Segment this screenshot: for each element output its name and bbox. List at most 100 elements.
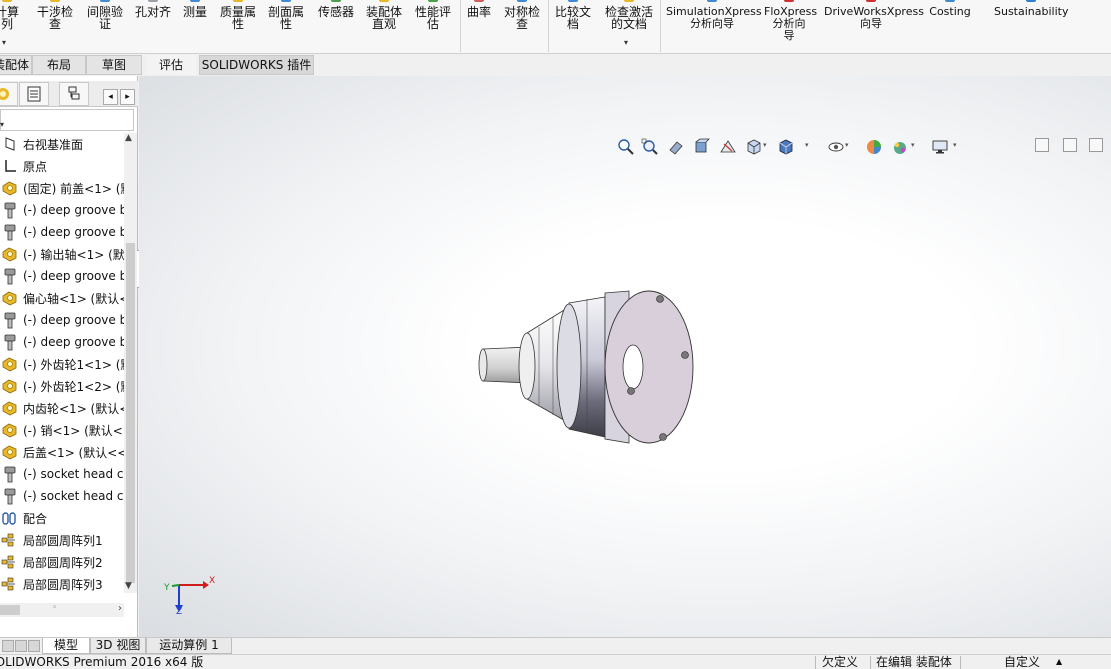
tree-node[interactable]: 偏心轴<1> (默认<< — [0, 287, 124, 309]
check-document-dropdown-icon[interactable]: ▾ — [624, 38, 628, 47]
zoom-to-fit-icon[interactable] — [615, 136, 637, 158]
dropdown-chevron-icon[interactable]: ▾ — [953, 141, 957, 149]
tree-node[interactable]: (-) socket head cap — [0, 463, 124, 485]
configuration-manager-tab[interactable] — [59, 82, 89, 106]
ribbon-label: 估 — [426, 17, 439, 31]
ribbon-calc-item-button[interactable]: 计算列 — [0, 0, 20, 30]
tab-solidworks-addins[interactable]: SOLIDWORKS 插件 — [199, 55, 314, 75]
apply-scene-icon[interactable] — [889, 136, 911, 158]
tree-node[interactable]: (-) 销<1> (默认<< — [0, 419, 124, 441]
dynamic-annotation-icon[interactable] — [717, 136, 739, 158]
section-view-icon[interactable] — [691, 136, 713, 158]
tree-horizontal-scrollbar[interactable]: ◦ › — [0, 603, 124, 617]
view-settings-icon[interactable] — [929, 136, 951, 158]
tree-node[interactable]: (-) socket head cap — [0, 485, 124, 507]
dropdown-chevron-icon[interactable]: ▾ — [805, 141, 809, 149]
filter-chevron-icon[interactable]: ▾ — [0, 120, 4, 129]
tab-3d-view[interactable]: 3D 视图 — [90, 638, 146, 654]
ribbon-compare-documents-button[interactable]: 比较文档 — [552, 0, 594, 30]
tree-node-label: 右视基准面 — [23, 137, 84, 152]
tree-node[interactable]: 原点 — [0, 155, 124, 177]
tab-model[interactable]: 模型 — [42, 638, 90, 654]
feature-manager-tab[interactable] — [0, 82, 18, 106]
tree-node-label: (-) 输出轴<1> (默认 — [23, 247, 124, 262]
tree-node[interactable]: 局部圆周阵列1 — [0, 529, 124, 551]
tree-node[interactable]: (-) 外齿轮1<1> (默 — [0, 353, 124, 375]
tree-filter-box[interactable] — [0, 109, 134, 131]
tab-next-button[interactable] — [28, 640, 40, 652]
toolbox-part-icon — [1, 201, 19, 219]
ribbon-assembly-visualization-button[interactable]: 装配体 直观 — [362, 0, 406, 30]
status-custom-units[interactable]: 自定义 — [1004, 655, 1040, 669]
pattern-icon — [1, 553, 19, 571]
tab-first-button[interactable] — [2, 640, 14, 652]
scroll-down-icon[interactable]: ▼ — [125, 581, 132, 591]
window-tile-button[interactable] — [1063, 138, 1077, 152]
scroll-up-icon[interactable]: ▲ — [125, 133, 132, 143]
tree-node[interactable]: 后盖<1> (默认<<默 — [0, 441, 124, 463]
display-style-icon[interactable] — [775, 136, 797, 158]
edit-appearance-icon[interactable] — [863, 136, 885, 158]
ribbon-interference-check-button[interactable]: 干涉检查 — [34, 0, 76, 30]
tree-node[interactable]: 局部圆周阵列2 — [0, 551, 124, 573]
ribbon-sensor-button[interactable]: 传感器 — [314, 0, 358, 18]
tree-node-label: 局部圆周阵列1 — [23, 533, 103, 548]
tree-node[interactable]: (-) deep groove ball — [0, 331, 124, 353]
view-orientation-icon[interactable] — [743, 136, 765, 158]
configuration-icon — [68, 86, 80, 100]
ribbon-section-properties-button[interactable]: 剖面属性 — [266, 0, 306, 30]
ribbon-hole-alignment-button[interactable]: 孔对齐 — [133, 0, 173, 18]
ribbon-floxpress-button[interactable]: FloXpress 分析向导 — [764, 0, 817, 42]
hide-show-items-icon[interactable] — [825, 136, 847, 158]
tab-motion-study[interactable]: 运动算例 1 — [146, 638, 232, 654]
ribbon-label: 导 — [783, 29, 795, 42]
hscroll-thumb[interactable] — [0, 605, 20, 615]
ribbon-driveworksxpress-button[interactable]: DriveWorksXpress 向导 — [824, 0, 924, 30]
tree-node[interactable]: 配合 — [0, 507, 124, 529]
tree-node[interactable]: (-) 输出轴<1> (默认 — [0, 243, 124, 265]
ribbon-mass-properties-button[interactable]: 质量属性 — [218, 0, 258, 30]
tab-assembly[interactable]: 装配体 — [0, 55, 32, 75]
assembly-model[interactable] — [469, 281, 709, 471]
ribbon-curvature-button[interactable]: 曲率 — [464, 0, 494, 18]
tree-node[interactable]: (-) deep groove ball — [0, 199, 124, 221]
tab-prev-button[interactable] — [15, 640, 27, 652]
dropdown-chevron-icon[interactable]: ▾ — [763, 141, 767, 149]
ribbon-sustainability-button[interactable]: Sustainability — [994, 0, 1068, 18]
zoom-to-area-icon[interactable] — [639, 136, 661, 158]
calc-dropdown-icon[interactable]: ▾ — [2, 38, 6, 47]
scroll-right-icon[interactable]: › — [118, 603, 122, 614]
ribbon-performance-evaluation-button[interactable]: 性能评估 — [412, 0, 454, 31]
property-manager-tab[interactable] — [19, 82, 49, 106]
scroll-thumb[interactable] — [126, 243, 135, 583]
tab-sketch[interactable]: 草图 — [86, 55, 142, 75]
ribbon-measure-button[interactable]: 测量 — [180, 0, 210, 18]
tree-vertical-scrollbar[interactable]: ▲ ▼ — [124, 133, 137, 593]
dropdown-chevron-icon[interactable]: ▾ — [845, 141, 849, 149]
window-maximize-button[interactable] — [1089, 138, 1103, 152]
panel-tab-next-button[interactable]: ▸ — [120, 89, 135, 105]
window-restore-button[interactable] — [1035, 138, 1049, 152]
tree-node[interactable]: (-) 外齿轮1<2> (默 — [0, 375, 124, 397]
previous-view-icon[interactable] — [665, 136, 687, 158]
tree-node[interactable]: 右视基准面 — [0, 133, 124, 155]
ribbon-simulationxpress-button[interactable]: SimulationXpress 分析向导 — [666, 0, 762, 30]
status-units-chevron-icon[interactable]: ▲ — [1056, 655, 1062, 669]
tab-evaluate[interactable]: 评估 — [146, 55, 196, 75]
tab-layout[interactable]: 布局 — [32, 55, 86, 75]
tree-node-label: 内齿轮<1> (默认<< — [23, 401, 124, 416]
symmetry-check-icon — [517, 0, 527, 2]
tree-node[interactable]: 局部圆周阵列3 — [0, 573, 124, 595]
dropdown-chevron-icon[interactable]: ▾ — [911, 141, 915, 149]
tree-node[interactable]: (-) deep groove ball — [0, 221, 124, 243]
panel-tab-prev-button[interactable]: ◂ — [103, 89, 118, 105]
ribbon-symmetry-check-button[interactable]: 对称检查 — [500, 0, 544, 30]
ribbon-clearance-verification-button[interactable]: 间隙验证 — [84, 0, 126, 30]
tree-node[interactable]: 内齿轮<1> (默认<< — [0, 397, 124, 419]
graphics-area[interactable]: ▾ ▾ ▾ ▾ ▾ X Y Z — [139, 76, 1111, 637]
ribbon-costing-button[interactable]: Costing — [928, 0, 972, 18]
tree-node[interactable]: (固定) 前盖<1> (默 — [0, 177, 124, 199]
ribbon-check-active-document-button[interactable]: 检查激活 的文档 — [602, 0, 656, 30]
tree-node[interactable]: (-) deep groove ball — [0, 309, 124, 331]
tree-node[interactable]: (-) deep groove ball — [0, 265, 124, 287]
